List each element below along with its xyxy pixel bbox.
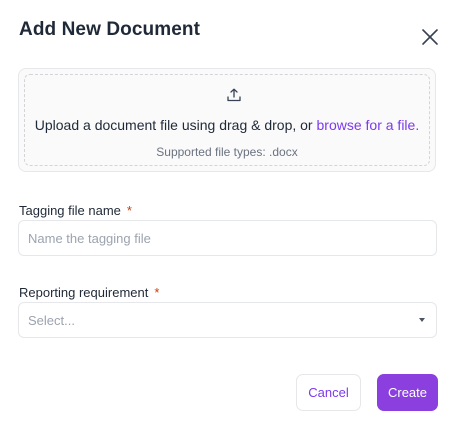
tagging-file-name-input[interactable] <box>18 220 437 256</box>
browse-file-link[interactable]: browse for a file. <box>317 117 420 133</box>
chevron-down-icon <box>419 318 425 322</box>
add-document-dialog: Add New Document Upload a document file … <box>0 0 451 429</box>
create-button[interactable]: Create <box>377 374 438 411</box>
upload-instructions: Upload a document file using drag & drop… <box>25 117 429 133</box>
reporting-requirement-label: Reporting requirement * <box>19 285 159 300</box>
upload-icon <box>227 88 241 102</box>
dialog-title: Add New Document <box>19 19 201 40</box>
required-marker: * <box>126 203 132 218</box>
required-marker: * <box>154 285 160 300</box>
select-placeholder: Select... <box>28 313 75 328</box>
supported-file-types: Supported file types: .docx <box>156 145 298 159</box>
close-icon <box>422 29 438 45</box>
close-button[interactable] <box>420 27 440 47</box>
file-dropzone[interactable]: Upload a document file using drag & drop… <box>18 68 436 172</box>
reporting-label-text: Reporting requirement <box>19 285 149 300</box>
reporting-requirement-select[interactable]: Select... <box>18 302 437 338</box>
tagging-file-name-label: Tagging file name * <box>19 203 132 218</box>
cancel-button[interactable]: Cancel <box>296 374 361 411</box>
tagging-label-text: Tagging file name <box>19 203 121 218</box>
upload-prompt-text: Upload a document file using drag & drop… <box>34 117 317 133</box>
dropzone-dashed-area: Upload a document file using drag & drop… <box>24 74 430 166</box>
